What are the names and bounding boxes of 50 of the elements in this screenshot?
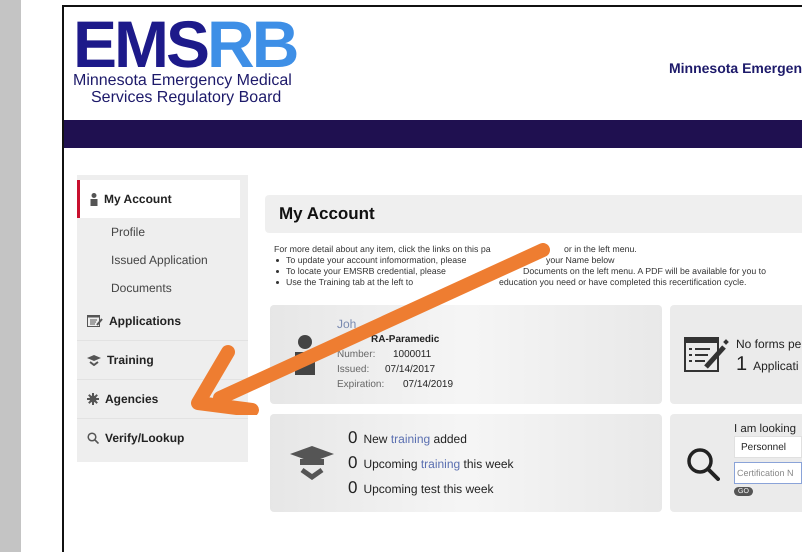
sidebar-item[interactable]: My Account <box>77 180 240 218</box>
sidebar-subitem[interactable]: Documents <box>77 274 248 302</box>
graduation-cap-icon <box>87 354 101 366</box>
category-select[interactable]: Personnel <box>734 436 802 458</box>
field-value: 07/14/2019 <box>403 378 454 392</box>
bullet-icon <box>276 281 279 284</box>
bullet-icon <box>276 270 279 273</box>
bullet-icon <box>276 259 279 262</box>
search-icon <box>686 447 720 481</box>
training-stat-text: Upcoming test this week <box>363 480 494 498</box>
form-edit-icon <box>684 336 730 372</box>
field-value: 07/14/2017 <box>385 363 436 377</box>
logo: EMSRB Minnesota Emergency Medical Services Regulatory Board <box>73 16 296 106</box>
sidebar-subitem[interactable]: Profile <box>77 218 248 246</box>
training-stat-text: Upcoming training this week <box>363 456 514 472</box>
graduation-cap-icon <box>290 446 334 480</box>
certification-number-field[interactable]: Certification N <box>734 462 802 484</box>
text-fragment: your Name below <box>546 255 614 266</box>
field-value: 1000011 <box>393 348 432 362</box>
site-title: Minnesota Emergen <box>668 59 802 78</box>
text-fragment: Use the Training tab at the left to <box>286 277 414 287</box>
sidebar-item[interactable]: Training <box>77 341 248 379</box>
text-fragment: For more detail about any item, click the links on this pa <box>274 244 491 254</box>
page-title: My Account <box>279 203 375 226</box>
application-count: 1 <box>736 352 748 374</box>
lookup-label: I am looking <box>734 422 798 436</box>
forms-message: No forms pe <box>736 336 802 352</box>
sidebar-item[interactable]: Agencies <box>77 380 248 418</box>
text-fragment: To locate your EMSRB credential, please <box>286 266 446 276</box>
count: 0 <box>348 452 358 474</box>
count: 0 <box>348 476 358 498</box>
search-icon <box>87 432 99 444</box>
count: 0 <box>348 426 358 448</box>
sidebar-item[interactable]: Verify/Lookup <box>77 419 248 457</box>
training-stat-text: New training added <box>363 430 467 448</box>
sidebar-subitem[interactable]: Issued Application <box>77 246 248 274</box>
sidebar-item[interactable]: Applications <box>77 302 248 340</box>
field-label: Number: <box>337 348 376 362</box>
field-label: Expiration: <box>337 378 386 392</box>
text-fragment: To update your account infomormation, please <box>286 255 466 265</box>
user-icon <box>90 192 98 206</box>
text-fragment: Documents on the left menu. A PDF will be available for you to <box>523 266 766 277</box>
form-icon <box>87 315 103 327</box>
application-label: Applicati <box>753 358 798 374</box>
gear-icon <box>87 393 99 405</box>
credential-type: RA-Paramedic <box>371 333 440 347</box>
person-icon <box>295 335 315 375</box>
text-fragment: or in the left menu. <box>564 244 637 255</box>
text-fragment: education you need or have completed this recertification cycle. <box>499 277 746 288</box>
field-label: Issued: <box>337 363 370 377</box>
